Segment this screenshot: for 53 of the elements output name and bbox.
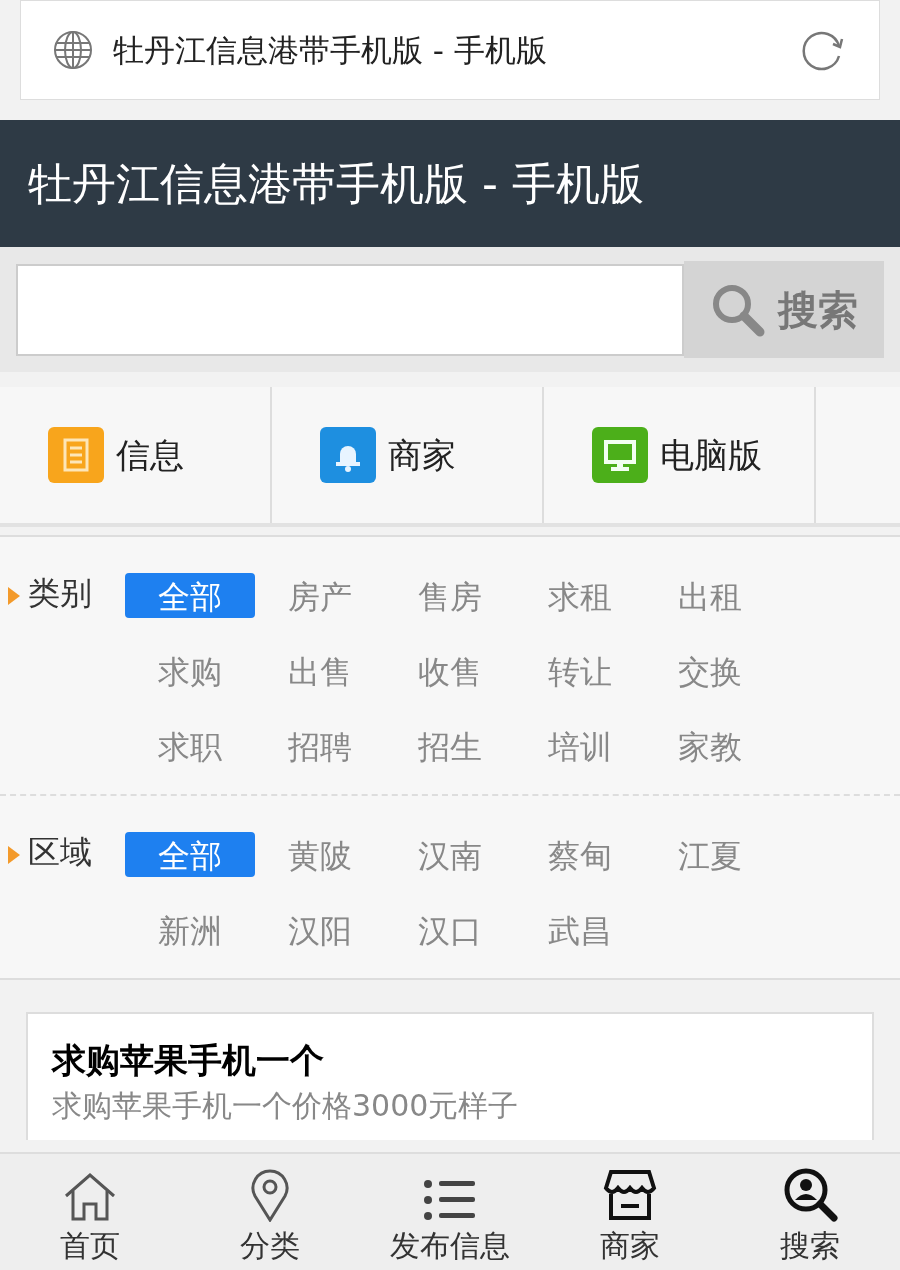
filter-option[interactable]: 黄陂 — [255, 832, 385, 877]
triangle-marker-icon — [8, 587, 20, 605]
filter-option[interactable]: 出租 — [645, 573, 775, 618]
filter-label: 区域 — [28, 832, 92, 872]
filter-option[interactable]: 招聘 — [255, 723, 385, 768]
filter-option[interactable]: 收售 — [385, 648, 515, 693]
filter-option[interactable]: 新洲 — [125, 907, 255, 952]
filter-option[interactable]: 房产 — [255, 573, 385, 618]
filter-option[interactable]: 汉口 — [385, 907, 515, 952]
home-icon — [62, 1172, 118, 1222]
filter-option[interactable]: 江夏 — [645, 832, 775, 877]
document-icon — [48, 427, 104, 483]
filter-option[interactable]: 售房 — [385, 573, 515, 618]
post-description: 求购苹果手机一个价格3000元样子 — [52, 1087, 520, 1125]
site-title: 牡丹江信息港带手机版 - 手机版 — [28, 156, 644, 211]
nav-item[interactable]: 商家 — [272, 387, 544, 523]
monitor-icon — [592, 427, 648, 483]
post-card[interactable]: 求购苹果手机一个 求购苹果手机一个价格3000元样子 — [26, 1012, 874, 1140]
tab-bar-item[interactable]: 发布信息 — [360, 1154, 540, 1270]
filter-option[interactable]: 培训 — [515, 723, 645, 768]
nav-item[interactable]: 电脑版 — [544, 387, 816, 523]
filter-option[interactable]: 求购 — [125, 648, 255, 693]
filter-option[interactable]: 汉南 — [385, 832, 515, 877]
filter-option[interactable]: 蔡甸 — [515, 832, 645, 877]
filter-option[interactable]: 全部 — [125, 573, 255, 618]
page-title: 牡丹江信息港带手机版 - 手机版 — [113, 30, 548, 70]
filter-option[interactable]: 招生 — [385, 723, 515, 768]
bell-icon — [320, 427, 376, 483]
address-bar[interactable]: 牡丹江信息港带手机版 - 手机版 — [20, 0, 880, 100]
filter-option[interactable]: 求租 — [515, 573, 645, 618]
tab-bar-item[interactable]: 商家 — [540, 1154, 720, 1270]
filter-option[interactable]: 全部 — [125, 832, 255, 877]
search-button[interactable]: 搜索 — [684, 261, 884, 358]
triangle-marker-icon — [8, 846, 20, 864]
nav-item[interactable]: 信息 — [0, 387, 272, 523]
filter-option[interactable]: 出售 — [255, 648, 385, 693]
filter-label: 类别 — [28, 573, 92, 613]
tab-bar-item[interactable]: 分类 — [180, 1154, 360, 1270]
search-icon — [782, 1166, 838, 1222]
filter-option[interactable]: 交换 — [645, 648, 775, 693]
list-icon — [423, 1178, 477, 1222]
store-icon — [603, 1168, 657, 1222]
tab-bar-item[interactable]: 首页 — [0, 1154, 180, 1270]
location-pin-icon — [250, 1168, 290, 1222]
filter-option[interactable]: 转让 — [515, 648, 645, 693]
filter-option[interactable]: 家教 — [645, 723, 775, 768]
search-field[interactable] — [16, 263, 684, 356]
post-title: 求购苹果手机一个 — [52, 1039, 325, 1082]
filter-option[interactable]: 汉阳 — [255, 907, 385, 952]
filter-option[interactable]: 求职 — [125, 723, 255, 768]
globe-icon — [53, 30, 93, 70]
tab-bar-item[interactable]: 搜索 — [720, 1154, 900, 1270]
filter-option[interactable]: 武昌 — [515, 907, 645, 952]
